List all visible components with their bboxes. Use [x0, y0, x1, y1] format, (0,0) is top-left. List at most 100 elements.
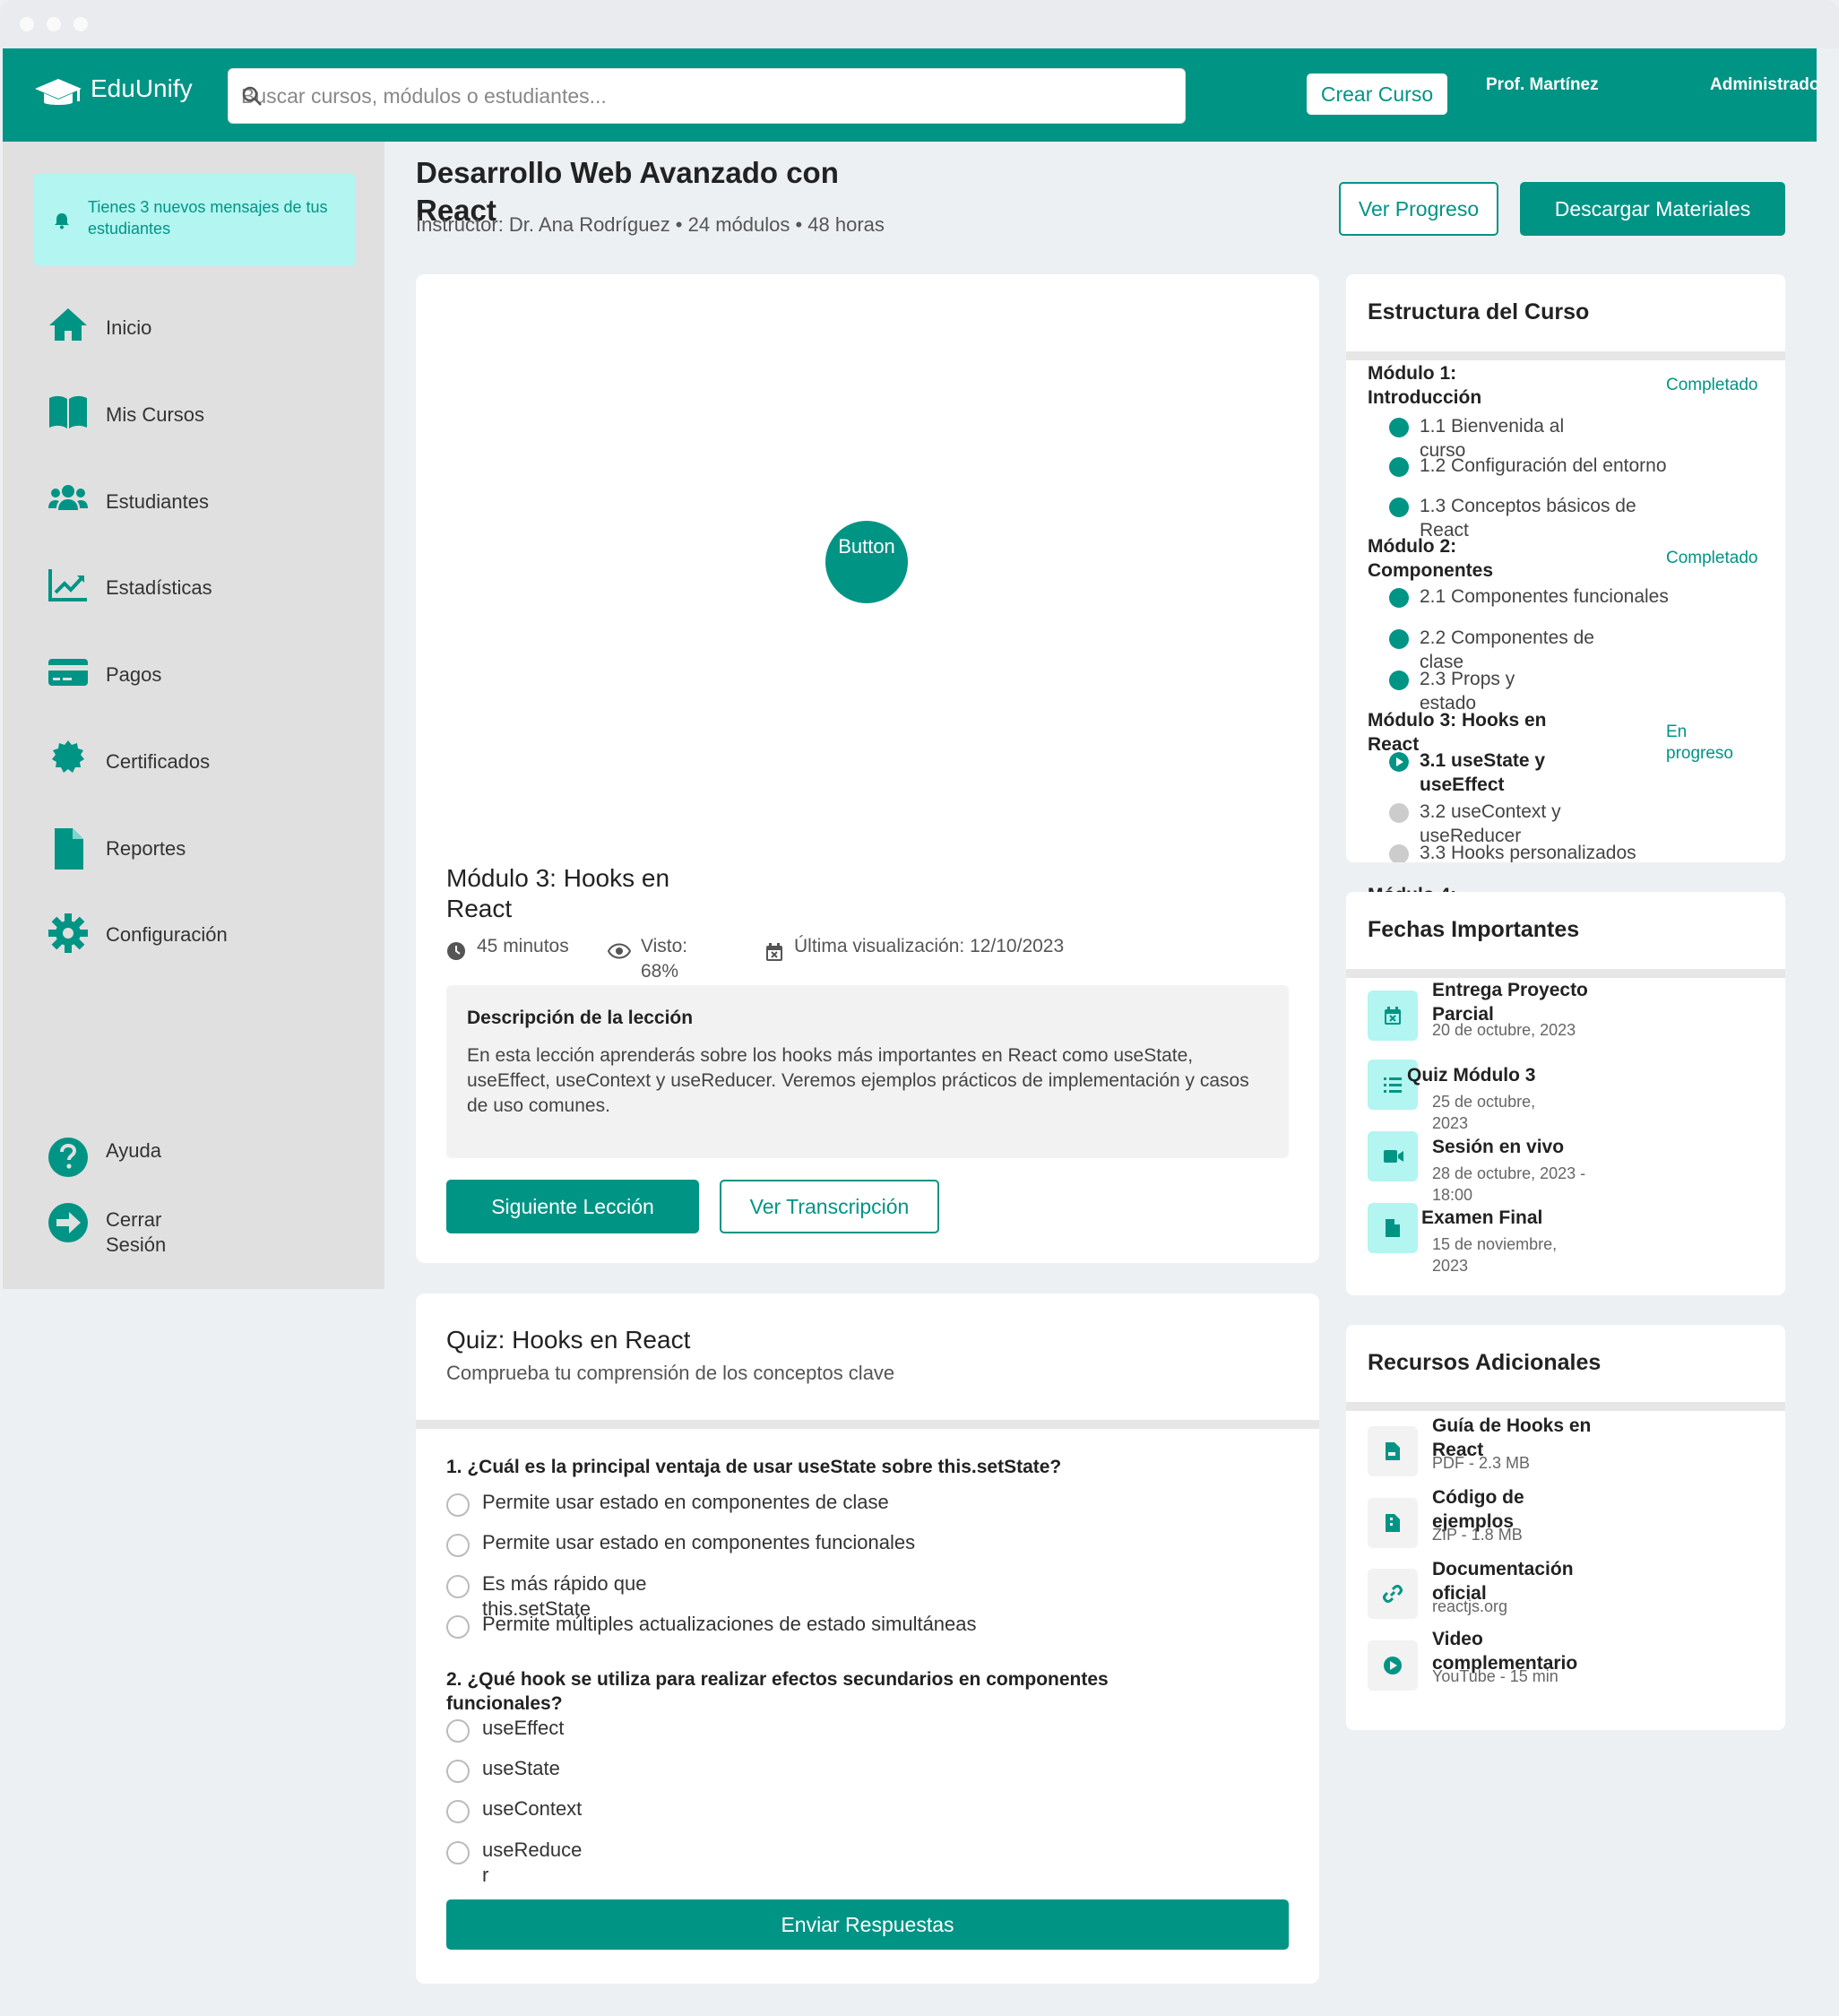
sidebar-item-pagos[interactable]: Pagos — [47, 653, 352, 697]
resource-icon-box — [1368, 1498, 1418, 1548]
sidebar-item-label: Estudiantes — [106, 490, 209, 513]
radio-button[interactable] — [446, 1615, 470, 1639]
play-button[interactable]: Button — [825, 521, 908, 603]
lesson-item[interactable]: 2.2 Componentes de clase — [1389, 626, 1694, 672]
option-label: useReducer — [482, 1839, 583, 1886]
radio-button[interactable] — [446, 1719, 470, 1743]
important-dates-card: Fechas Importantes Entrega Proyecto Parc… — [1346, 892, 1785, 1295]
app-logo[interactable]: EduUnify — [91, 74, 198, 103]
quiz-option[interactable]: Es más rápido que this.setState — [446, 1571, 1074, 1620]
lesson-item[interactable]: 1.1 Bienvenida al curso — [1389, 414, 1694, 461]
create-course-button[interactable]: Crear Curso — [1307, 74, 1447, 115]
lesson-item-current[interactable]: 3.1 useState y useEffect — [1389, 748, 1694, 799]
event-date: 28 de octubre, 2023 - 18:00 — [1432, 1164, 1586, 1204]
lesson-description: Descripción de la lección En esta lecció… — [446, 985, 1289, 1158]
radio-button[interactable] — [446, 1841, 470, 1865]
check-circle-icon — [1389, 457, 1409, 477]
user-name[interactable]: Prof. Martínez — [1486, 75, 1599, 95]
transcript-button[interactable]: Ver Transcripción — [720, 1180, 939, 1233]
lesson-card: Button Módulo 3: Hooks en React 45 minut… — [416, 274, 1319, 1263]
lesson-item[interactable]: 1.2 Configuración del entorno — [1389, 454, 1694, 480]
event-icon-box — [1368, 1203, 1418, 1253]
calendar-icon — [766, 943, 782, 961]
course-meta: Instructor: Dr. Ana Rodríguez • 24 módul… — [416, 213, 885, 236]
resource-icon-box — [1368, 1426, 1418, 1476]
module-2-title[interactable]: Módulo 2: Componentes — [1368, 534, 1538, 583]
next-lesson-button[interactable]: Siguiente Lección — [446, 1180, 699, 1233]
notification-text: Tienes 3 nuevos mensajes de tus estudian… — [88, 198, 328, 238]
lesson-item[interactable]: 2.3 Props y estado — [1389, 667, 1694, 714]
search-icon — [242, 86, 262, 106]
book-icon — [49, 395, 87, 428]
resource-meta: PDF - 2.3 MB — [1432, 1454, 1531, 1472]
lesson-label: 3.3 Hooks personalizados — [1420, 843, 1636, 862]
option-label: useEffect — [482, 1717, 565, 1739]
credit-card-icon — [48, 659, 88, 686]
radio-button[interactable] — [446, 1493, 470, 1517]
lesson-label: 2.1 Componentes funcionales — [1420, 586, 1669, 607]
sidebar-item-estadisticas[interactable]: Estadísticas — [47, 566, 352, 610]
sidebar-item-mis-cursos[interactable]: Mis Cursos — [47, 393, 352, 437]
user-role[interactable]: Administrador — [1710, 75, 1817, 95]
sidebar-item-label: Configuración — [106, 923, 228, 946]
sidebar-item-certificados[interactable]: Certificados — [47, 740, 352, 784]
submit-answers-button[interactable]: Enviar Respuestas — [446, 1899, 1289, 1950]
quiz-option[interactable]: Permite múltiples actualizaciones de est… — [446, 1612, 1074, 1639]
quiz-option[interactable]: useState — [446, 1756, 1074, 1783]
lesson-item[interactable]: 3.3 Hooks personalizados — [1389, 841, 1694, 862]
pending-circle-icon — [1389, 803, 1409, 823]
notification-banner[interactable]: Tienes 3 nuevos mensajes de tus estudian… — [33, 174, 356, 266]
quiz-option[interactable]: Permite usar estado en componentes de cl… — [446, 1490, 1074, 1517]
description-text: En esta lección aprenderás sobre los hoo… — [467, 1045, 1249, 1116]
sidebar-item-label: Inicio — [106, 316, 152, 339]
chart-icon — [48, 569, 87, 601]
search-box[interactable] — [228, 68, 1186, 124]
document-icon — [1386, 1219, 1400, 1237]
divider — [416, 1420, 1319, 1429]
check-circle-icon — [1389, 588, 1409, 608]
help-label: Ayuda — [106, 1139, 161, 1162]
structure-title: Estructura del Curso — [1368, 299, 1590, 324]
check-circle-icon — [1389, 629, 1409, 649]
logout-label: Cerrar Sesión — [106, 1208, 167, 1256]
module-1-title[interactable]: Módulo 1: Introducción — [1368, 361, 1538, 410]
logout-link[interactable]: Cerrar Sesión — [47, 1202, 227, 1256]
window-close-dot[interactable] — [20, 17, 34, 31]
radio-button[interactable] — [446, 1800, 470, 1823]
radio-button[interactable] — [446, 1575, 470, 1598]
quiz-option[interactable]: useContext — [446, 1796, 1074, 1823]
lesson-duration: 45 minutos — [477, 936, 569, 956]
help-link[interactable]: Ayuda — [47, 1137, 227, 1187]
quiz-option[interactable]: useReducer — [446, 1838, 1074, 1886]
clock-icon — [447, 942, 465, 960]
radio-button[interactable] — [446, 1534, 470, 1557]
file-icon — [55, 828, 83, 870]
radio-button[interactable] — [446, 1760, 470, 1783]
quiz-option[interactable]: useEffect — [446, 1716, 1074, 1743]
download-materials-button[interactable]: Descargar Materiales — [1520, 182, 1785, 236]
sidebar-item-reportes[interactable]: Reportes — [47, 826, 352, 871]
quiz-card: Quiz: Hooks en React Comprueba tu compre… — [416, 1294, 1319, 1984]
resource-meta: YouTube - 15 min — [1432, 1667, 1558, 1685]
sidebar-item-configuracion[interactable]: Configuración — [47, 913, 352, 957]
window-minimize-dot[interactable] — [47, 17, 61, 31]
play-circle-icon — [1389, 752, 1409, 772]
search-input[interactable] — [229, 69, 1185, 123]
lesson-item[interactable]: 3.2 useContext y useReducer — [1389, 800, 1694, 846]
sidebar-item-label: Pagos — [106, 663, 162, 686]
option-label: Permite múltiples actualizaciones de est… — [482, 1613, 977, 1635]
lesson-item[interactable]: 1.3 Conceptos básicos de React — [1389, 494, 1694, 541]
resources-card: Recursos Adicionales Guía de Hooks en Re… — [1346, 1325, 1785, 1730]
list-icon — [1384, 1077, 1402, 1093]
quiz-option[interactable]: Permite usar estado en componentes funci… — [446, 1530, 1074, 1557]
resource-icon-box — [1368, 1569, 1418, 1619]
sidebar-item-inicio[interactable]: Inicio — [47, 306, 352, 350]
view-progress-button[interactable]: Ver Progreso — [1339, 182, 1498, 236]
sidebar-item-estudiantes[interactable]: Estudiantes — [47, 480, 352, 524]
play-icon — [1384, 1657, 1402, 1674]
lesson-item[interactable]: 2.1 Componentes funcionales — [1389, 584, 1694, 611]
pending-circle-icon — [1389, 844, 1409, 862]
window-maximize-dot[interactable] — [73, 17, 88, 31]
dates-title: Fechas Importantes — [1368, 917, 1580, 942]
link-icon — [1383, 1585, 1403, 1603]
